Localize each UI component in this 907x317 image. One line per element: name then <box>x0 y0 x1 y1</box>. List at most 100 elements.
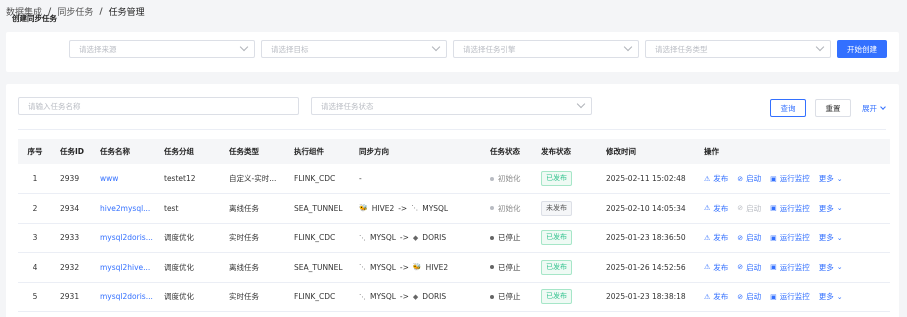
start-icon: ⊘ <box>737 292 744 301</box>
task-type-select-placeholder: 请选择任务类型 <box>655 44 708 54</box>
cell-task-group: test <box>164 203 179 213</box>
start-label: 启动 <box>746 292 762 302</box>
direction-source: HIVE2 <box>371 203 395 213</box>
monitor-icon: ▣ <box>770 233 777 242</box>
more-button[interactable]: 更多 ⌄ <box>819 262 843 273</box>
publish-label: 发布 <box>713 203 729 213</box>
direction-arrow: -> <box>399 262 409 272</box>
more-label: 更多 <box>818 292 834 302</box>
target-select[interactable]: 请选择目标 <box>261 40 447 58</box>
mysql-icon: ⋱ <box>359 292 366 301</box>
monitor-button[interactable]: ▣ 运行监控 <box>770 173 810 184</box>
col-header-engine: 执行组件 <box>294 147 324 156</box>
more-label: 更多 <box>818 233 834 243</box>
task-type-select[interactable]: 请选择任务类型 <box>645 40 831 58</box>
publish-status-badge: 已发布 <box>541 171 572 186</box>
chevron-down-icon: ⌄ <box>836 174 843 183</box>
start-button[interactable]: ⊘ 启动 <box>737 232 761 243</box>
chevron-down-icon <box>623 42 633 52</box>
task-status: 已停止 <box>490 291 533 302</box>
direction-arrow: -> <box>399 233 409 243</box>
table-row: 5 2931 mysql2doris... 调度优化 实时任务 FLINK_CD… <box>18 282 890 312</box>
task-name-link[interactable]: mysql2doris... <box>100 292 153 301</box>
publish-label: 发布 <box>713 292 729 302</box>
publish-button[interactable]: ⚠ 发布 <box>704 203 728 214</box>
monitor-label: 运行监控 <box>779 203 810 213</box>
task-name-input[interactable]: 请输入任务名称 <box>18 97 299 115</box>
monitor-button[interactable]: ▣ 运行监控 <box>770 232 810 243</box>
more-button[interactable]: 更多 ⌄ <box>819 173 843 184</box>
divider <box>18 129 886 130</box>
more-label: 更多 <box>818 262 834 272</box>
row-operations: ⚠ 发布 ⊘ 启动 ▣ 运行监控 更多 ⌄ <box>704 232 890 243</box>
expand-toggle[interactable]: 展开 <box>862 103 886 114</box>
monitor-button[interactable]: ▣ 运行监控 <box>770 291 810 302</box>
task-status-label: 已停止 <box>498 292 521 302</box>
task-name-link[interactable]: mysql2hive... <box>100 263 150 272</box>
task-status-select-placeholder: 请选择任务状态 <box>321 101 374 111</box>
cell-engine: FLINK_CDC <box>294 174 336 183</box>
start-icon: ⊘ <box>737 204 744 213</box>
more-button[interactable]: 更多 ⌄ <box>819 203 843 214</box>
breadcrumb-item-sync-task[interactable]: 同步任务 <box>57 5 93 18</box>
monitor-button[interactable]: ▣ 运行监控 <box>770 262 810 273</box>
cell-index: 2 <box>32 203 38 213</box>
cell-index: 1 <box>32 174 38 183</box>
more-button[interactable]: 更多 ⌄ <box>819 232 843 243</box>
reset-button[interactable]: 重置 <box>815 99 851 117</box>
create-task-label: 创建同步任务 <box>12 14 57 23</box>
start-button[interactable]: ⊘ 启动 <box>737 173 761 184</box>
publish-button[interactable]: ⚠ 发布 <box>704 173 728 184</box>
publish-icon: ⚠ <box>704 233 711 242</box>
cell-task-type: 离线任务 <box>229 262 259 272</box>
start-button[interactable]: ⊘ 启动 <box>737 203 761 214</box>
chevron-down-icon <box>880 104 886 110</box>
task-name-link[interactable]: hive2mysql... <box>100 204 150 213</box>
status-dot <box>490 206 494 211</box>
monitor-label: 运行监控 <box>779 262 810 272</box>
publish-icon: ⚠ <box>704 204 711 213</box>
task-status-label: 已停止 <box>498 233 521 243</box>
breadcrumb-item-task-management: 任务管理 <box>108 8 145 18</box>
mysql-icon: ⋱ <box>411 204 419 213</box>
start-create-button[interactable]: 开始创建 <box>837 40 887 58</box>
mysql-icon: ⋱ <box>359 233 366 242</box>
cell-task-type: 实时任务 <box>229 233 259 243</box>
task-status-select[interactable]: 请选择任务状态 <box>311 97 592 115</box>
start-button[interactable]: ⊘ 启动 <box>737 262 761 273</box>
start-icon: ⊘ <box>737 233 744 242</box>
publish-label: 发布 <box>713 174 729 183</box>
task-name-link[interactable]: www <box>100 174 118 183</box>
monitor-icon: ▣ <box>770 292 777 301</box>
engine-select[interactable]: 请选择任务引擎 <box>453 40 639 58</box>
publish-button[interactable]: ⚠ 发布 <box>704 262 728 273</box>
table-row: 3 2933 mysql2doris... 调度优化 实时任务 FLINK_CD… <box>18 223 890 253</box>
source-select[interactable]: 请选择来源 <box>69 40 255 58</box>
col-header-publish-status: 发布状态 <box>541 147 571 156</box>
more-button[interactable]: 更多 ⌄ <box>819 291 843 302</box>
publish-label: 发布 <box>713 262 729 272</box>
status-dot <box>490 235 494 240</box>
cell-task-group: 调度优化 <box>164 292 194 302</box>
start-button[interactable]: ⊘ 启动 <box>737 291 761 302</box>
expand-label: 展开 <box>862 104 877 113</box>
monitor-button[interactable]: ▣ 运行监控 <box>770 203 810 214</box>
direction-target: MYSQL <box>422 203 449 213</box>
table-header-row: 序号 任务ID 任务名称 任务分组 任务类型 执行组件 同步方向 任务状态 发布… <box>18 139 890 164</box>
task-status: 已停止 <box>490 262 533 273</box>
cell-task-id: 2933 <box>60 233 80 243</box>
chevron-down-icon: ⌄ <box>836 204 843 213</box>
status-dot <box>490 294 494 299</box>
cell-sync-direction: ⋱ MYSQL -> 🐝 HIVE2 <box>351 253 482 283</box>
cell-modified-time: 2025-01-26 14:52:56 <box>606 262 686 272</box>
cell-engine: FLINK_CDC <box>294 292 336 302</box>
publish-button[interactable]: ⚠ 发布 <box>704 291 728 302</box>
publish-label: 发布 <box>713 233 729 243</box>
query-button[interactable]: 查询 <box>770 99 806 117</box>
col-header-task-group: 任务分组 <box>164 147 194 156</box>
task-name-link[interactable]: mysql2doris... <box>100 233 153 242</box>
chevron-down-icon <box>576 99 586 109</box>
publish-button[interactable]: ⚠ 发布 <box>704 232 728 243</box>
start-label: 启动 <box>746 174 762 183</box>
monitor-label: 运行监控 <box>779 174 810 183</box>
